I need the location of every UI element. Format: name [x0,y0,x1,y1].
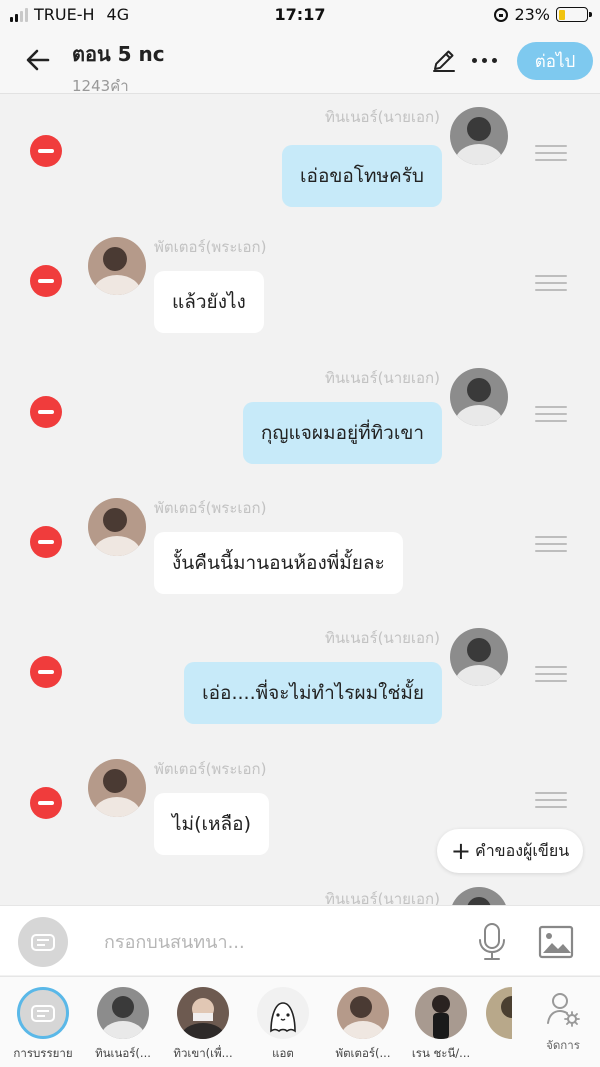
battery-percent: 23% [514,5,550,24]
character-name: แอต [272,1046,294,1060]
avatar[interactable] [450,887,508,905]
manage-characters-icon [547,993,580,1027]
character-name: ทิวเขา(เพื่... [173,1046,233,1060]
message-bubble[interactable]: เอ่อ....พี่จะไม่ทำไรผมใช่มั้ย [184,662,442,724]
add-author-note-button[interactable]: + คำของผู้เขียน [437,829,583,873]
speaker-name: พัตเตอร์(พระเอก) [154,760,267,778]
character-item[interactable]: ทิวเขา(เพื่... [168,987,238,1063]
character-bar: การบรรยาย ทินเนอร์(... ทิวเขา(เพื่... แอ… [0,976,600,1067]
narration-icon [31,934,55,951]
message-input[interactable] [104,926,444,958]
message-row: ทินเนอร์(นายเอก) กุญแจผมอยู่ที่ทิวเขา [0,361,600,491]
avatar[interactable] [88,498,146,556]
delete-message-button[interactable] [30,526,62,558]
plus-icon: + [450,837,471,865]
back-arrow-icon[interactable] [22,44,54,76]
episode-title: ตอน 5 nc [72,42,165,66]
avatar [486,987,512,1039]
cute-ghost-icon [257,987,309,1039]
manage-characters-button[interactable]: จัดการ [528,989,598,1055]
avatar[interactable] [450,107,508,165]
chat-list: ทินเนอร์(นายเอก) เอ่อขอโทษครับ พัตเตอร์(… [0,95,600,905]
message-bubble[interactable]: เอ่อขอโทษครับ [282,145,442,207]
image-upload-icon[interactable] [538,924,574,960]
character-name: เรน ชะนี/... [411,1046,471,1060]
message-bubble[interactable]: ไม่(เหลือ) [154,793,269,855]
message-row: พัตเตอร์(พระเอก) แล้วยังไง [0,230,600,360]
drag-handle-icon[interactable] [535,536,567,552]
delete-message-button[interactable] [30,135,62,167]
drag-handle-icon[interactable] [535,145,567,161]
more-options-icon[interactable] [472,58,497,63]
delete-message-button[interactable] [30,656,62,688]
avatar [97,987,149,1039]
avatar[interactable] [88,759,146,817]
delete-message-button[interactable] [30,396,62,428]
delete-message-button[interactable] [30,787,62,819]
speaker-name: ทินเนอร์(นายเอก) [325,629,440,647]
character-item[interactable]: แอต [248,987,318,1063]
battery-icon [556,7,592,22]
speaker-name: พัตเตอร์(พระเอก) [154,238,267,256]
episode-header: ตอน 5 nc 1243คำ ต่อไป [0,30,600,95]
avatar [337,987,389,1039]
message-row: ทินเนอร์(นายเอก) เอ่อ....พี่จะไม่ทำไรผมใ… [0,621,600,751]
drag-handle-icon[interactable] [535,666,567,682]
avatar [415,987,467,1039]
rotation-lock-icon [494,7,509,22]
narration-icon [17,987,69,1039]
drag-handle-icon[interactable] [535,792,567,808]
microphone-icon[interactable] [474,922,510,962]
character-item[interactable]: ทินเนอร์(... [88,987,158,1063]
narration-toggle-button[interactable] [18,917,68,967]
character-name: การบรรยาย [13,1046,73,1060]
message-row: พัตเตอร์(พระเอก) งั้นคืนนี้มานอนห้องพี่ม… [0,491,600,621]
edit-pencil-icon[interactable] [430,46,458,74]
avatar[interactable] [450,628,508,686]
message-input-bar [0,905,600,975]
message-row: ทินเนอร์(นายเอก) เอ่อขอโทษครับ [0,100,600,230]
speaker-name: ทินเนอร์(นายเอก) [325,369,440,387]
speaker-name: พัตเตอร์(พระเอก) [154,499,267,517]
drag-handle-icon[interactable] [535,275,567,291]
avatar[interactable] [88,237,146,295]
drag-handle-icon[interactable] [535,406,567,422]
character-narration[interactable]: การบรรยาย [8,987,78,1063]
avatar[interactable] [450,368,508,426]
character-item[interactable]: พัตเตอร์(... [328,987,398,1063]
status-bar: TRUE-H 4G 17:17 23% [0,0,600,30]
character-item[interactable]: เรน ชะนี/... [406,987,476,1063]
character-item[interactable] [486,987,512,1045]
message-row: ทินเนอร์(นายเอก) [0,882,600,905]
author-note-label: คำของผู้เขียน [474,840,570,860]
avatar [177,987,229,1039]
character-name: ทินเนอร์(... [95,1046,151,1060]
character-name: พัตเตอร์(... [335,1046,391,1060]
delete-message-button[interactable] [30,265,62,297]
speaker-name: ทินเนอร์(นายเอก) [325,108,440,126]
next-button[interactable]: ต่อไป [517,42,593,80]
manage-label: จัดการ [546,1038,580,1052]
speaker-name: ทินเนอร์(นายเอก) [325,890,440,905]
message-bubble[interactable]: กุญแจผมอยู่ที่ทิวเขา [242,402,442,464]
message-bubble[interactable]: แล้วยังไง [154,271,264,333]
message-bubble[interactable]: งั้นคืนนี้มานอนห้องพี่มั้ยละ [154,532,403,594]
